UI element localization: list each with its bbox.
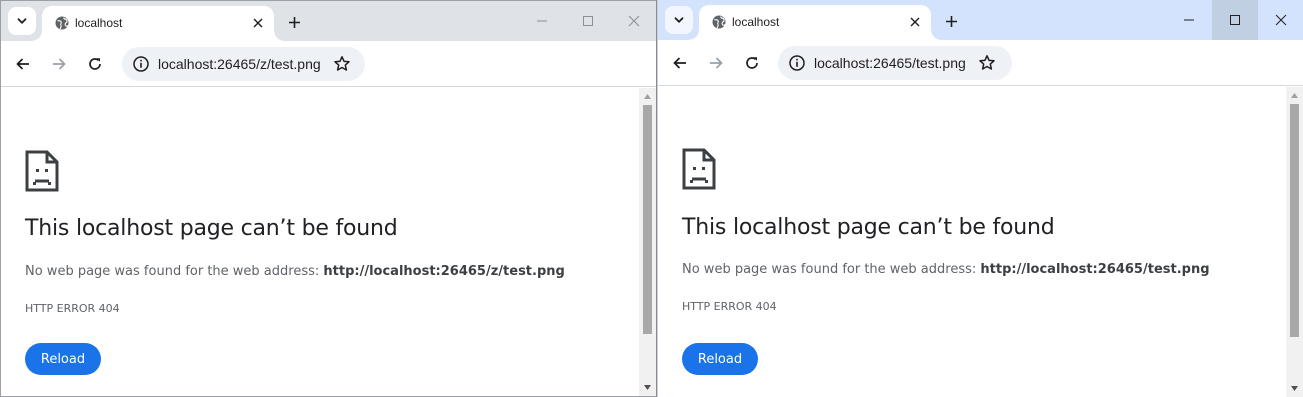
address-bar[interactable]: localhost:26465/z/test.png xyxy=(122,47,365,81)
arrow-right-icon xyxy=(53,58,66,70)
minimize-icon xyxy=(1184,19,1194,21)
error-description-prefix: No web page was found for the web addres… xyxy=(25,264,324,279)
maximize-icon xyxy=(583,16,593,26)
refresh-icon xyxy=(89,58,101,70)
page-content: This localhost page can’t be found No we… xyxy=(658,87,1286,397)
close-window-button[interactable] xyxy=(611,1,656,41)
error-description: No web page was found for the web addres… xyxy=(682,261,1210,279)
error-address: http://localhost:26465/z/test.png xyxy=(323,264,565,279)
tab-strip: localhost xyxy=(658,0,1303,40)
maximize-icon xyxy=(1230,15,1240,25)
minimize-icon xyxy=(537,20,547,22)
page-content: This localhost page can’t be found No we… xyxy=(1,88,639,396)
error-title: This localhost page can’t be found xyxy=(25,216,398,241)
browser-window-right: localhost localhost:26465/test.png This … xyxy=(657,0,1303,397)
error-title: This localhost page can’t be found xyxy=(682,215,1055,240)
toolbar: localhost:26465/test.png xyxy=(658,40,1303,86)
star-icon[interactable] xyxy=(978,54,996,72)
chevron-down-icon xyxy=(674,17,684,23)
triangle-up-icon xyxy=(1291,93,1298,98)
new-tab-button[interactable] xyxy=(941,11,961,31)
error-description: No web page was found for the web addres… xyxy=(25,263,565,281)
vertical-scrollbar[interactable] xyxy=(639,88,656,396)
arrow-right-icon xyxy=(710,57,723,69)
vertical-scrollbar[interactable] xyxy=(1286,87,1303,397)
toolbar: localhost:26465/z/test.png xyxy=(1,41,656,87)
plus-icon xyxy=(945,15,957,27)
sad-file-icon xyxy=(25,150,59,192)
forward-button[interactable] xyxy=(47,52,71,76)
scroll-up-button[interactable] xyxy=(639,88,656,105)
sad-file-icon xyxy=(682,148,716,190)
tab-title: localhost xyxy=(75,16,123,30)
error-description-prefix: No web page was found for the web addres… xyxy=(682,262,981,277)
reload-button[interactable]: Reload xyxy=(682,343,758,375)
maximize-button[interactable] xyxy=(565,1,611,41)
tab-strip: localhost xyxy=(1,1,656,41)
back-button[interactable] xyxy=(11,52,35,76)
triangle-up-icon xyxy=(644,94,651,99)
tab-localhost[interactable]: localhost xyxy=(689,5,941,40)
globe-icon xyxy=(55,16,69,30)
minimize-button[interactable] xyxy=(519,1,565,41)
close-icon xyxy=(253,18,263,28)
minimize-button[interactable] xyxy=(1166,0,1212,40)
url-text[interactable]: localhost:26465/z/test.png xyxy=(158,56,321,72)
reload-toolbar-button[interactable] xyxy=(83,52,107,76)
arrow-left-icon xyxy=(16,58,29,70)
scroll-down-button[interactable] xyxy=(1286,380,1303,397)
refresh-icon xyxy=(746,57,758,69)
error-address: http://localhost:26465/test.png xyxy=(980,262,1210,277)
star-icon[interactable] xyxy=(333,55,351,73)
close-tab-button[interactable] xyxy=(249,14,267,32)
scroll-down-button[interactable] xyxy=(639,379,656,396)
tab-localhost[interactable]: localhost xyxy=(32,6,284,41)
error-code: HTTP ERROR 404 xyxy=(25,302,120,315)
chevron-down-icon xyxy=(17,18,27,24)
reload-button[interactable]: Reload xyxy=(25,343,101,375)
tab-title: localhost xyxy=(732,15,780,29)
close-icon xyxy=(1275,14,1287,26)
arrow-left-icon xyxy=(673,57,686,69)
close-tab-button[interactable] xyxy=(906,13,924,31)
close-icon xyxy=(910,17,920,27)
url-text[interactable]: localhost:26465/test.png xyxy=(814,55,966,71)
browser-window-left: localhost localhost:26465/z/test.png Thi… xyxy=(0,0,657,397)
triangle-down-icon xyxy=(644,385,651,390)
address-bar[interactable]: localhost:26465/test.png xyxy=(778,46,1012,80)
info-icon[interactable] xyxy=(132,55,150,73)
forward-button[interactable] xyxy=(704,51,728,75)
new-tab-button[interactable] xyxy=(284,12,304,32)
maximize-button[interactable] xyxy=(1212,0,1258,40)
scrollbar-thumb[interactable] xyxy=(643,105,652,334)
plus-icon xyxy=(288,16,300,28)
back-button[interactable] xyxy=(668,51,692,75)
scrollbar-thumb[interactable] xyxy=(1290,104,1299,337)
info-icon[interactable] xyxy=(788,54,806,72)
error-code: HTTP ERROR 404 xyxy=(682,300,777,313)
reload-toolbar-button[interactable] xyxy=(740,51,764,75)
triangle-down-icon xyxy=(1291,386,1298,391)
scroll-up-button[interactable] xyxy=(1286,87,1303,104)
close-window-button[interactable] xyxy=(1258,0,1303,40)
globe-icon xyxy=(712,15,726,29)
close-icon xyxy=(628,15,640,27)
